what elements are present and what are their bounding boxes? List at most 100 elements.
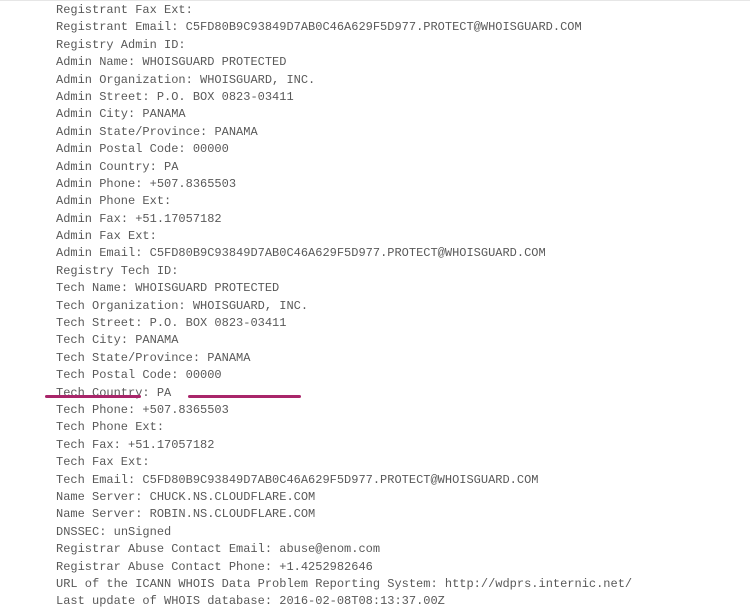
whois-separator: : [135,507,149,521]
whois-label: Admin City [56,107,128,121]
whois-separator: : [178,142,192,156]
whois-value: C5FD80B9C93849D7AB0C46A629F5D977.PROTECT… [150,246,546,260]
whois-label: Admin Phone [56,177,135,191]
whois-row: Tech Phone Ext: [56,419,750,436]
whois-separator: : [430,577,444,591]
whois-value: WHOISGUARD PROTECTED [135,281,279,295]
whois-row: Tech Organization: WHOISGUARD, INC. [56,298,750,315]
whois-row: Name Server: ROBIN.NS.CLOUDFLARE.COM [56,506,750,523]
whois-separator: : [99,525,113,539]
whois-value: 2016-02-08T08:13:37.00Z [279,594,445,608]
whois-label: Tech Fax [56,438,114,452]
whois-separator: : [135,316,149,330]
whois-row: Tech City: PANAMA [56,332,750,349]
whois-value: unSigned [114,525,172,539]
whois-row: Admin Phone Ext: [56,193,750,210]
whois-row: Tech Country: PA [56,385,750,402]
whois-value: P.O. BOX 0823-03411 [150,316,287,330]
whois-label: Tech Phone Ext [56,420,157,434]
whois-row: Admin State/Province: PANAMA [56,124,750,141]
whois-value: WHOISGUARD, INC. [193,299,308,313]
whois-separator: : [164,194,171,208]
whois-label: Registrant Email [56,20,171,34]
whois-label: Admin Fax Ext [56,229,150,243]
whois-value: +507.8365503 [142,403,228,417]
whois-label: Tech Organization [56,299,178,313]
whois-row: Admin Phone: +507.8365503 [56,176,750,193]
whois-label: Tech City [56,333,121,347]
whois-label: Tech Fax Ext [56,455,142,469]
whois-row: Tech Postal Code: 00000 [56,367,750,384]
whois-label: URL of the ICANN WHOIS Data Problem Repo… [56,577,430,591]
whois-row: Admin Postal Code: 00000 [56,141,750,158]
whois-separator: : [265,560,279,574]
whois-separator: : [171,264,178,278]
whois-separator: : [128,473,142,487]
whois-label: Last update of WHOIS database [56,594,265,608]
whois-row: Registrar Abuse Contact Phone: +1.425298… [56,559,750,576]
whois-value: WHOISGUARD PROTECTED [142,55,286,69]
whois-separator: : [178,299,192,313]
whois-value: CHUCK.NS.CLOUDFLARE.COM [150,490,316,504]
whois-row: Tech Name: WHOISGUARD PROTECTED [56,280,750,297]
whois-row: Admin City: PANAMA [56,106,750,123]
whois-row: Registrar Abuse Contact Email: abuse@eno… [56,541,750,558]
whois-label: Admin State/Province [56,125,200,139]
whois-separator: : [265,542,279,556]
whois-label: Name Server [56,490,135,504]
whois-label: Tech Postal Code [56,368,171,382]
whois-value: PANAMA [214,125,257,139]
whois-row: Registry Tech ID: [56,263,750,280]
whois-separator: : [150,160,164,174]
whois-separator: : [150,229,157,243]
whois-separator: : [135,177,149,191]
whois-label: Tech Phone [56,403,128,417]
whois-separator: : [128,55,142,69]
whois-value: +51.17057182 [128,438,214,452]
whois-row: Admin Organization: WHOISGUARD, INC. [56,72,750,89]
whois-row: Tech Fax: +51.17057182 [56,437,750,454]
whois-separator: : [200,125,214,139]
whois-separator: : [128,107,142,121]
whois-value: PANAMA [207,351,250,365]
whois-row: Tech Email: C5FD80B9C93849D7AB0C46A629F5… [56,472,750,489]
whois-label: Admin Country [56,160,150,174]
whois-row: URL of the ICANN WHOIS Data Problem Repo… [56,576,750,593]
whois-row: Name Server: CHUCK.NS.CLOUDFLARE.COM [56,489,750,506]
whois-value: 00000 [193,142,229,156]
whois-separator: : [157,420,164,434]
whois-separator: : [142,386,156,400]
whois-separator: : [135,490,149,504]
whois-row: Admin Fax: +51.17057182 [56,211,750,228]
whois-value: C5FD80B9C93849D7AB0C46A629F5D977.PROTECT… [142,473,538,487]
whois-row: Admin Fax Ext: [56,228,750,245]
whois-separator: : [121,333,135,347]
whois-label: Tech Email [56,473,128,487]
whois-label: Registrar Abuse Contact Phone [56,560,265,574]
whois-value: abuse@enom.com [279,542,380,556]
whois-row: Last update of WHOIS database: 2016-02-0… [56,593,750,610]
divider [0,0,750,1]
whois-separator: : [121,212,135,226]
whois-label: Tech Name [56,281,121,295]
whois-row: Registrant Fax Ext: [56,2,750,19]
whois-separator: : [142,90,156,104]
whois-row: Admin Street: P.O. BOX 0823-03411 [56,89,750,106]
whois-value: http://wdprs.internic.net/ [445,577,632,591]
whois-label: Registry Tech ID [56,264,171,278]
whois-label: DNSSEC [56,525,99,539]
whois-value: +51.17057182 [135,212,221,226]
whois-row: DNSSEC: unSigned [56,524,750,541]
whois-value: WHOISGUARD, INC. [200,73,315,87]
whois-row: Admin Email: C5FD80B9C93849D7AB0C46A629F… [56,245,750,262]
whois-label: Registry Admin ID [56,38,178,52]
whois-row: Tech State/Province: PANAMA [56,350,750,367]
whois-separator: : [265,594,279,608]
whois-row: Admin Country: PA [56,159,750,176]
whois-separator: : [135,246,149,260]
whois-label: Registrar Abuse Contact Email [56,542,265,556]
whois-row: Tech Fax Ext: [56,454,750,471]
whois-value: P.O. BOX 0823-03411 [157,90,294,104]
whois-value: PANAMA [135,333,178,347]
whois-value: ROBIN.NS.CLOUDFLARE.COM [150,507,316,521]
